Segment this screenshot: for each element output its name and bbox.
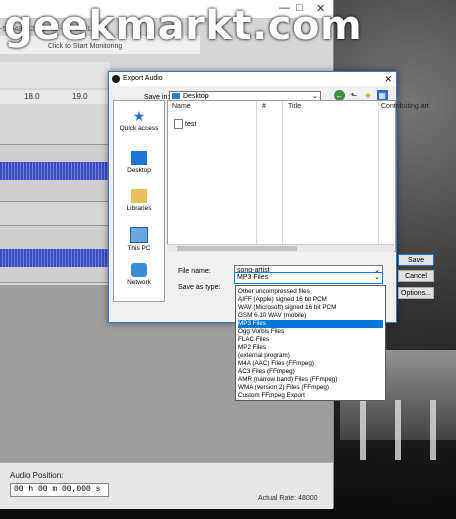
place-libraries[interactable]: Libraries (114, 189, 164, 212)
place-label: Libraries (126, 205, 152, 212)
place-this-pc[interactable]: This PC (114, 227, 164, 252)
places-bar: ★ Quick access Desktop Libraries This PC… (113, 100, 165, 302)
computer-icon (130, 227, 148, 243)
type-option[interactable]: M4A (AAC) Files (FFmpeg) (238, 360, 383, 368)
waveform[interactable] (0, 249, 110, 267)
watermark-logo: geekmarkt.com (4, 3, 363, 49)
background-pier (430, 400, 436, 460)
save-button[interactable]: Save (398, 254, 434, 266)
edit-toolbar (0, 62, 110, 88)
ruler-tick-label: 18.0 (24, 92, 40, 101)
cancel-button[interactable]: Cancel (398, 270, 434, 282)
type-option[interactable]: Ogg Vorbis Files (238, 328, 383, 336)
audio-position-label: Audio Position: (10, 471, 64, 480)
desktop-folder-icon (172, 93, 180, 100)
place-label: Network (127, 279, 151, 286)
type-option[interactable]: Custom FFmpeg Export (238, 392, 383, 400)
save-as-type-value: MP3 Files (237, 274, 269, 281)
chevron-down-icon: ⌄ (374, 274, 380, 281)
file-item-name: test (185, 120, 197, 128)
actual-rate-status: Actual Rate: 48000 (258, 495, 318, 502)
scrollbar-thumb[interactable] (177, 246, 297, 251)
save-as-type-label: Save as type: (178, 284, 221, 291)
type-option[interactable]: MP2 Files (238, 344, 383, 352)
column-divider (378, 101, 379, 251)
place-quick-access[interactable]: ★ Quick access (114, 109, 164, 132)
audio-file-icon (174, 119, 183, 129)
column-divider (256, 101, 257, 251)
column-header-name[interactable]: Name (172, 103, 191, 110)
column-divider (282, 101, 283, 251)
column-header-title[interactable]: Title (288, 103, 301, 110)
horizontal-scrollbar[interactable] (167, 244, 394, 252)
type-option[interactable]: WAV (Microsoft) signed 16 bit PCM (238, 304, 383, 312)
timeline-ruler[interactable]: 18.0 19.0 (0, 90, 110, 104)
type-option[interactable]: WMA (version 2) Files (FFmpeg) (238, 384, 383, 392)
audacity-icon (112, 75, 120, 83)
background-pier (395, 400, 401, 460)
dialog-title: Export Audio (123, 75, 163, 82)
place-label: This PC (127, 245, 151, 252)
file-name-label: File name: (178, 268, 211, 275)
type-option[interactable]: AC3 Files (FFmpeg) (238, 368, 383, 376)
background-pier (360, 400, 366, 460)
column-header-number[interactable]: # (262, 103, 266, 110)
file-list[interactable]: Name # Title Contributing art test (167, 100, 429, 252)
place-network[interactable]: Network (114, 263, 164, 286)
star-icon: ★ (132, 108, 146, 124)
type-option[interactable]: FLAC Files (238, 336, 383, 344)
place-label: Quick access (119, 125, 159, 132)
options-button[interactable]: Options... (398, 287, 434, 299)
type-option[interactable]: AIFF (Apple) signed 16 bit PCM (238, 296, 383, 304)
type-option-selected[interactable]: MP3 Files (238, 320, 383, 328)
place-label: Desktop (127, 167, 151, 174)
column-header-artist[interactable]: Contributing art (381, 103, 429, 110)
audio-position-field[interactable]: 00 h 00 m 00,000 s (10, 483, 109, 497)
save-in-value: Desktop (183, 93, 209, 100)
close-icon[interactable]: ✕ (384, 72, 392, 86)
desktop-icon (131, 151, 147, 165)
save-type-dropdown-list: Other uncompressed files AIFF (Apple) si… (235, 285, 386, 401)
libraries-icon (131, 189, 147, 203)
waveform[interactable] (0, 162, 110, 180)
type-option[interactable]: Other uncompressed files (238, 288, 383, 296)
type-option[interactable]: (external program) (238, 352, 383, 360)
type-option[interactable]: GSM 6.10 WAV (mobile) (238, 312, 383, 320)
dialog-titlebar: Export Audio ✕ (109, 72, 396, 86)
ruler-tick-label: 19.0 (72, 92, 88, 101)
save-as-type-select[interactable]: MP3 Files ⌄ (234, 272, 383, 284)
network-icon (131, 263, 147, 277)
type-option[interactable]: AMR (narrow band) Files (FFmpeg) (238, 376, 383, 384)
file-item[interactable]: test (174, 119, 196, 129)
place-desktop[interactable]: Desktop (114, 151, 164, 174)
